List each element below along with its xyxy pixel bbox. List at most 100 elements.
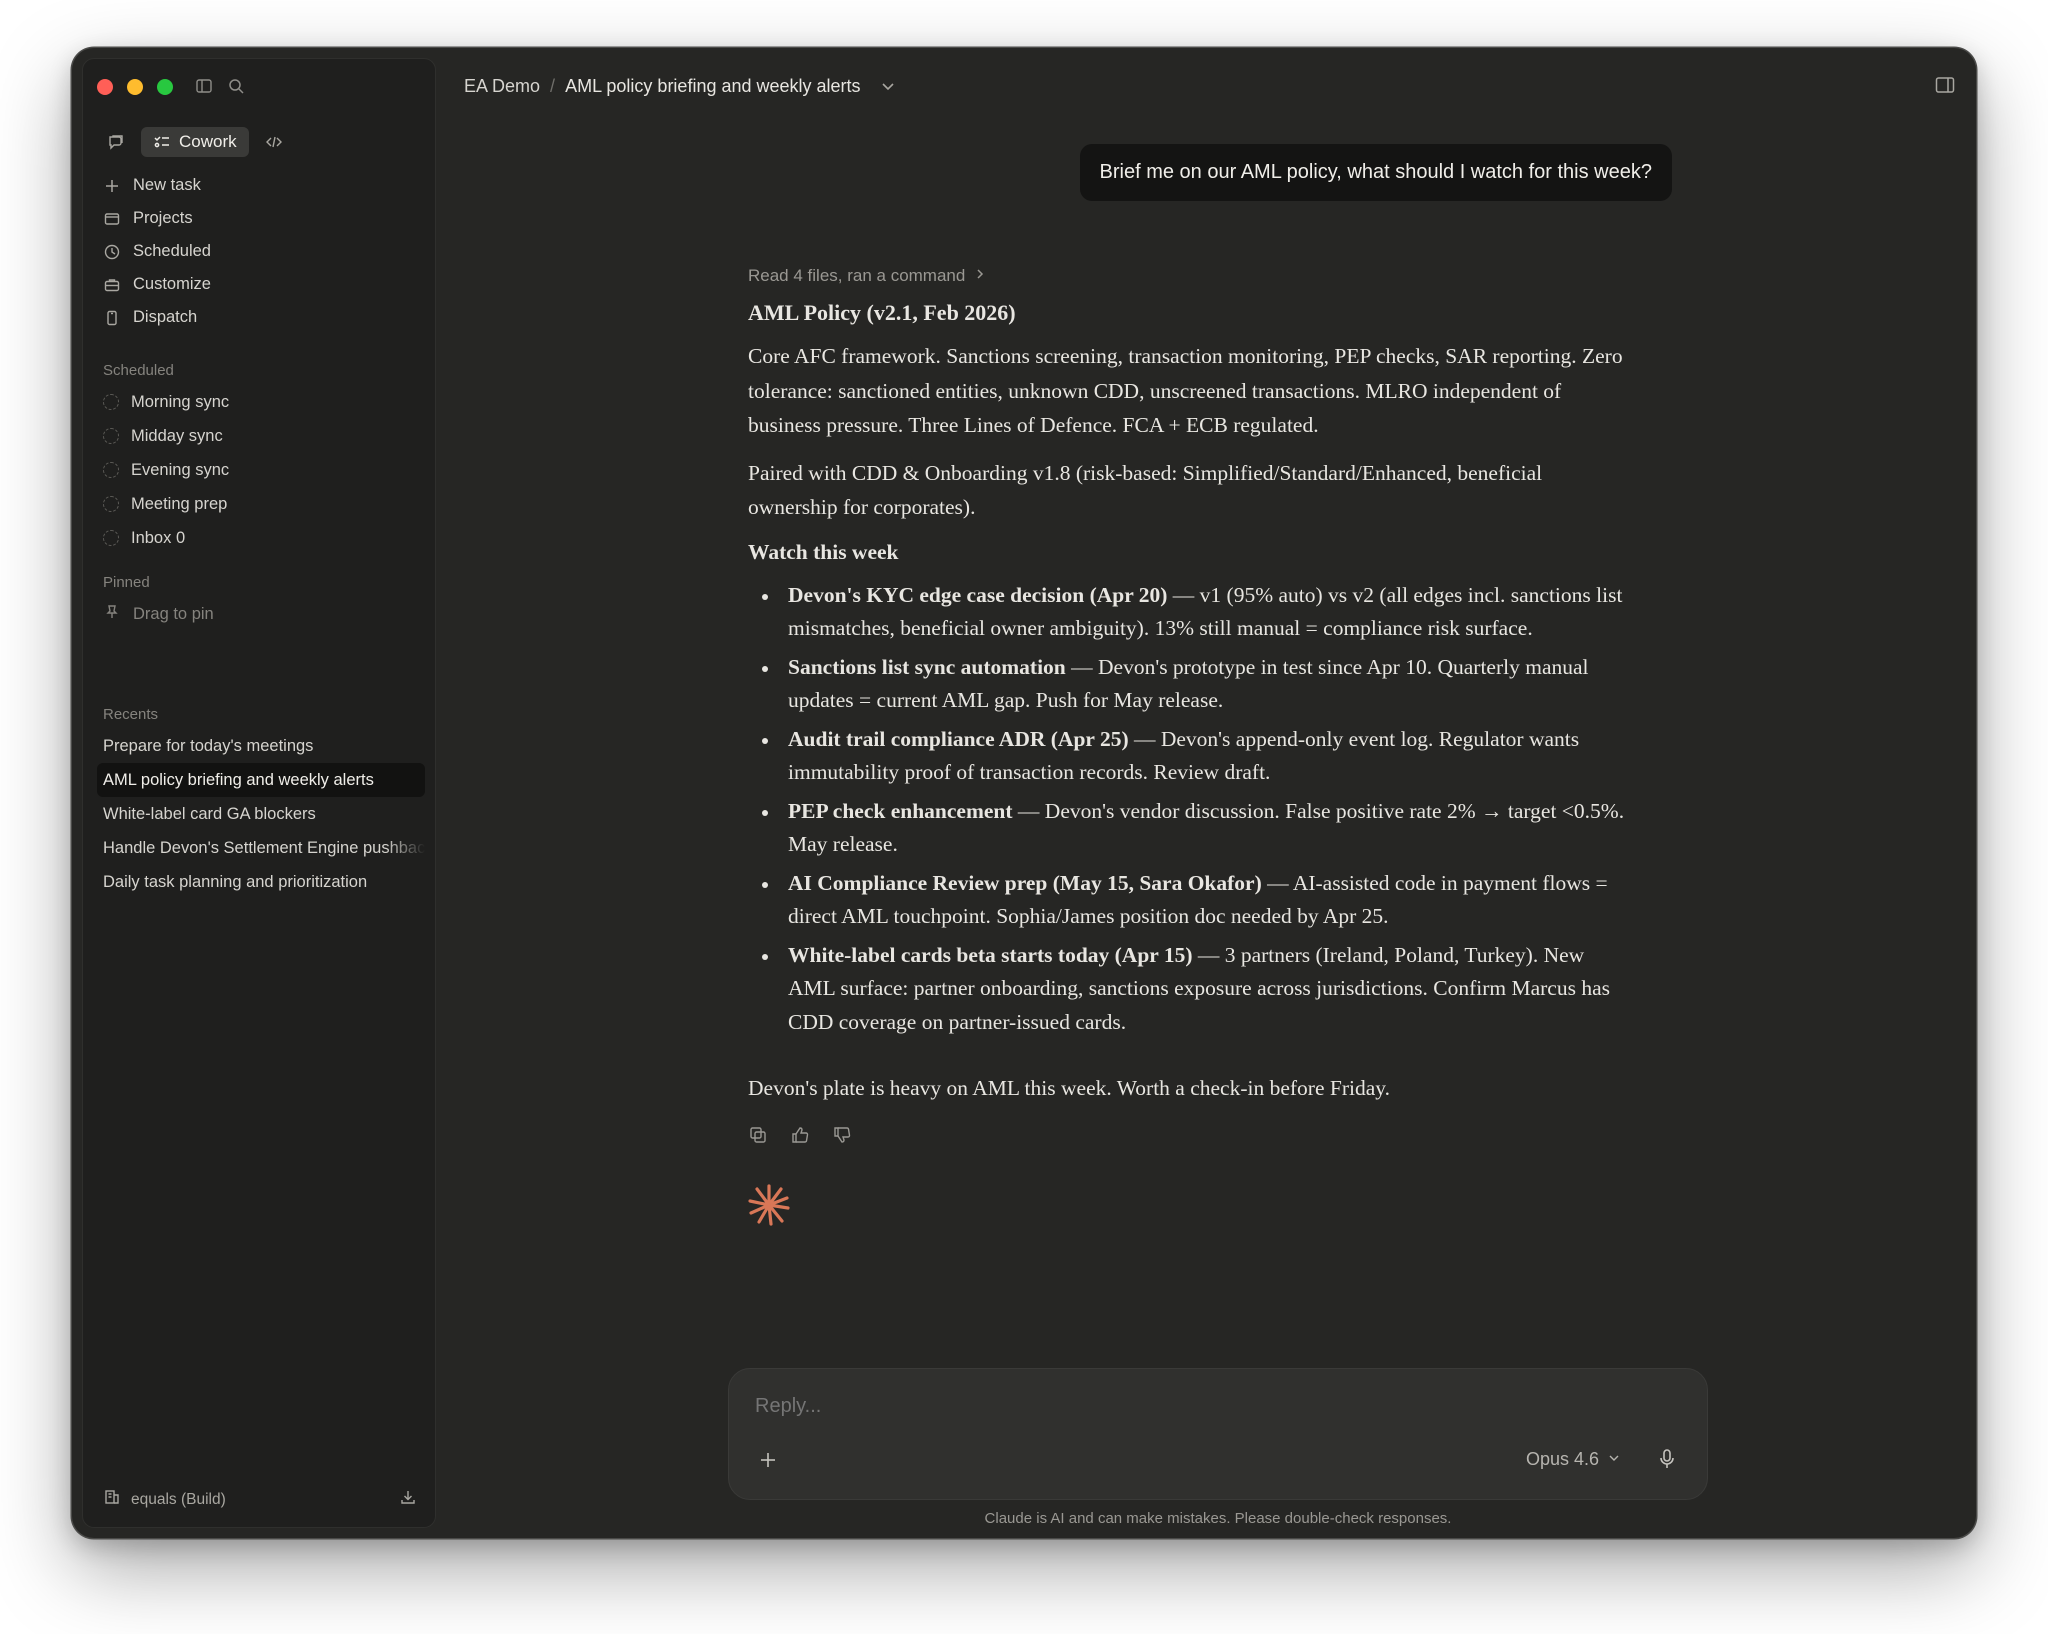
section-label-scheduled: Scheduled — [103, 361, 174, 379]
watch-list-item: White-label cards beta starts today (Apr… — [748, 939, 1628, 1040]
right-panel-toggle-icon[interactable] — [1934, 74, 1956, 101]
watch-item-title: White-label cards beta starts today (Apr… — [788, 942, 1193, 967]
primary-nav: New task Projects Scheduled Customize Di… — [97, 169, 425, 334]
scheduled-status-icon — [103, 394, 119, 410]
user-message: Brief me on our AML policy, what should … — [1079, 144, 1672, 201]
model-selector[interactable]: Opus 4.6 — [1526, 1449, 1621, 1470]
breadcrumb-separator: / — [550, 75, 556, 96]
recents-section: Recents Prepare for today's meetings AML… — [97, 699, 425, 899]
conversation-title[interactable]: AML policy briefing and weekly alerts — [565, 76, 860, 97]
app-window: Cowork New task Projects Scheduled Custo… — [72, 48, 1976, 1538]
pin-drop-zone[interactable]: Drag to pin — [97, 597, 425, 631]
scheduled-item[interactable]: Morning sync — [97, 385, 425, 419]
watch-list-item: PEP check enhancement — Devon's vendor d… — [748, 795, 1628, 862]
cowork-mode-label: Cowork — [179, 132, 237, 151]
clock-icon — [103, 243, 121, 261]
response-paragraph: Core AFC framework. Sanctions screening,… — [748, 344, 1623, 437]
cowork-mode-button[interactable]: Cowork — [141, 127, 249, 157]
thumbs-down-icon[interactable] — [832, 1125, 852, 1150]
recent-item[interactable]: Daily task planning and prioritization — [97, 865, 425, 899]
scheduled-item[interactable]: Meeting prep — [97, 487, 425, 521]
sidebar-footer: equals (Build) — [103, 1488, 417, 1511]
thumbs-up-icon[interactable] — [790, 1125, 810, 1150]
building-icon — [103, 1488, 121, 1511]
watch-item-title: Sanctions list sync automation — [788, 654, 1066, 679]
pin-placeholder: Drag to pin — [133, 604, 214, 623]
chevron-right-icon — [973, 266, 987, 286]
workspace-name: equals (Build) — [131, 1490, 226, 1508]
mode-switcher: Cowork — [101, 127, 289, 157]
assistant-message: Read 4 files, ran a command AML Policy (… — [748, 266, 1628, 1231]
scheduled-status-icon — [103, 428, 119, 444]
sidebar-top-icons — [195, 77, 245, 100]
sidebar-toggle-icon[interactable] — [195, 77, 213, 100]
reply-composer: Opus 4.6 — [728, 1368, 1708, 1500]
section-label-recents: Recents — [103, 705, 159, 723]
chevron-down-icon — [1607, 1449, 1621, 1470]
nav-label: Scheduled — [133, 242, 211, 260]
tool-summary-text: Read 4 files, ran a command — [748, 266, 966, 285]
nav-projects[interactable]: Projects — [97, 202, 425, 235]
add-attachment-button[interactable] — [757, 1449, 779, 1476]
scheduled-section: Scheduled Morning sync Midday sync Eveni… — [97, 355, 425, 555]
response-heading: AML Policy (v2.1, Feb 2026) — [748, 300, 1016, 325]
nav-scheduled[interactable]: Scheduled — [97, 235, 425, 268]
model-name: Opus 4.6 — [1525, 1449, 1599, 1469]
nav-dispatch[interactable]: Dispatch — [97, 301, 425, 334]
recent-item-active[interactable]: AML policy briefing and weekly alerts — [97, 763, 425, 797]
folder-icon — [103, 210, 121, 228]
watch-list: Devon's KYC edge case decision (Apr 20) … — [748, 579, 1628, 1040]
nav-customize[interactable]: Customize — [97, 268, 425, 301]
claude-spark-icon — [748, 1184, 1628, 1231]
close-window-button[interactable] — [97, 79, 113, 95]
scheduled-item[interactable]: Midday sync — [97, 419, 425, 453]
breadcrumb-root[interactable]: EA Demo — [464, 76, 540, 97]
nav-new-task[interactable]: New task — [97, 169, 425, 202]
watch-heading: Watch this week — [748, 539, 899, 564]
checklist-icon — [154, 136, 169, 148]
reply-input[interactable] — [755, 1395, 1555, 1418]
response-paragraph: Paired with CDD & Onboarding v1.8 (risk-… — [748, 460, 1543, 520]
watch-item-title: Audit trail compliance ADR (Apr 25) — [788, 726, 1129, 751]
scheduled-status-icon — [103, 530, 119, 546]
microphone-icon[interactable] — [1655, 1447, 1679, 1476]
tool-summary[interactable]: Read 4 files, ran a command — [748, 266, 1628, 286]
scheduled-label: Evening sync — [131, 460, 230, 479]
nav-label: New task — [133, 176, 201, 194]
plus-icon — [103, 177, 121, 195]
recent-item[interactable]: Handle Devon's Settlement Engine pushbac… — [97, 831, 425, 865]
sidebar: Cowork New task Projects Scheduled Custo… — [82, 58, 436, 1528]
watch-item-title: PEP check enhancement — [788, 798, 1013, 823]
watch-list-item: Audit trail compliance ADR (Apr 25) — De… — [748, 723, 1628, 790]
scheduled-label: Meeting prep — [131, 494, 228, 513]
scheduled-item[interactable]: Inbox 0 — [97, 521, 425, 555]
top-bar: EA Demo / AML policy briefing and weekly… — [464, 66, 1956, 106]
code-mode-icon[interactable] — [259, 127, 289, 157]
scheduled-item[interactable]: Evening sync — [97, 453, 425, 487]
chat-mode-icon[interactable] — [101, 127, 131, 157]
scheduled-status-icon — [103, 462, 119, 478]
message-actions — [748, 1125, 1628, 1150]
scheduled-label: Inbox 0 — [131, 528, 186, 547]
phone-icon — [103, 309, 121, 327]
workspace-switcher[interactable]: equals (Build) — [103, 1488, 226, 1511]
download-icon[interactable] — [399, 1488, 417, 1511]
watch-list-item: Devon's KYC edge case decision (Apr 20) … — [748, 579, 1628, 646]
chevron-down-icon[interactable] — [879, 77, 897, 95]
pinned-section: Pinned Drag to pin — [97, 567, 425, 631]
briefcase-icon — [103, 276, 121, 294]
zoom-window-button[interactable] — [157, 79, 173, 95]
nav-label: Customize — [133, 275, 211, 293]
section-label-pinned: Pinned — [103, 573, 150, 591]
minimize-window-button[interactable] — [127, 79, 143, 95]
watch-list-item: Sanctions list sync automation — Devon's… — [748, 651, 1628, 718]
nav-label: Projects — [133, 209, 193, 227]
scheduled-label: Midday sync — [131, 426, 223, 445]
search-icon[interactable] — [227, 77, 245, 100]
disclaimer: Claude is AI and can make mistakes. Plea… — [984, 1510, 1452, 1527]
nav-label: Dispatch — [133, 308, 198, 326]
recent-item[interactable]: White-label card GA blockers — [97, 797, 425, 831]
pin-icon — [103, 603, 121, 626]
copy-icon[interactable] — [748, 1125, 768, 1150]
recent-item[interactable]: Prepare for today's meetings — [97, 729, 425, 763]
